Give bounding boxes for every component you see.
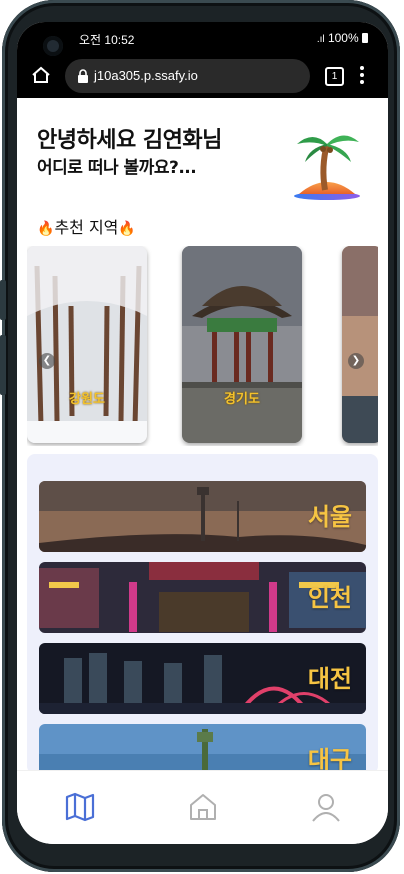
carousel-card-gangwon[interactable]: 강원도 ❮ (27, 246, 147, 443)
signal-icon: .ıl (316, 34, 325, 45)
snow-forest-image (27, 246, 147, 443)
carousel-prev-button[interactable]: ❮ (39, 353, 55, 369)
url-text: j10a305.p.ssafy.io (94, 68, 198, 83)
region-card-incheon[interactable]: 인천 (39, 562, 366, 633)
region-card-daejeon[interactable]: 대전 (39, 643, 366, 714)
front-camera (43, 36, 63, 56)
url-field[interactable]: j10a305.p.ssafy.io (65, 59, 310, 93)
screen: 오전 10:52 .ıl 100% j10a305.p.ssafy.io 1 안… (17, 22, 388, 844)
browser-address-bar: j10a305.p.ssafy.io 1 (17, 56, 388, 98)
bottom-nav (17, 770, 388, 844)
tab-count-button[interactable]: 1 (325, 67, 344, 86)
sunset-image (342, 246, 378, 443)
map-icon[interactable] (64, 791, 96, 823)
more-menu-icon[interactable] (360, 66, 364, 86)
home-icon[interactable] (31, 65, 51, 85)
carousel-card-label: 강원도 (69, 392, 105, 407)
region-name: 대구 (307, 746, 352, 774)
phone-button (0, 280, 6, 320)
region-card-seoul[interactable]: 서울 (39, 481, 366, 552)
battery-level: 100% (327, 31, 359, 45)
greeting-title: 안녕하세요 김연화님 (37, 128, 222, 153)
phone-button (0, 335, 6, 395)
region-card-daegu[interactable]: 대구 (39, 724, 366, 774)
status-right: .ıl 100% (317, 31, 368, 45)
region-list: 서울 인천 대전 대구 (27, 454, 378, 774)
pavilion-image (182, 246, 302, 443)
carousel-next-button[interactable]: ❯ (348, 353, 364, 369)
region-name: 서울 (307, 503, 352, 531)
palm-island-icon (294, 135, 360, 200)
recommend-title: 🔥추천 지역🔥 (37, 218, 136, 237)
status-bar: 오전 10:52 .ıl 100% (17, 22, 388, 56)
battery-icon (362, 33, 368, 43)
carousel-card-next[interactable]: ❯ (342, 246, 378, 443)
status-time: 오전 10:52 (79, 33, 135, 47)
fire-icon: 🔥 (37, 221, 55, 237)
home-icon[interactable] (187, 791, 219, 823)
region-name: 대전 (307, 665, 352, 693)
user-icon[interactable] (310, 791, 342, 823)
region-name: 인천 (307, 584, 352, 612)
fire-icon: 🔥 (118, 221, 136, 237)
carousel-card-label: 경기도 (224, 392, 260, 407)
recommend-carousel[interactable]: 강원도 ❮ 경기도 ❯ (27, 246, 378, 446)
lock-icon (78, 69, 88, 83)
greeting-subtitle: 어디로 떠나 볼까요?... (37, 158, 197, 178)
carousel-card-gyeonggi[interactable]: 경기도 (182, 246, 302, 443)
